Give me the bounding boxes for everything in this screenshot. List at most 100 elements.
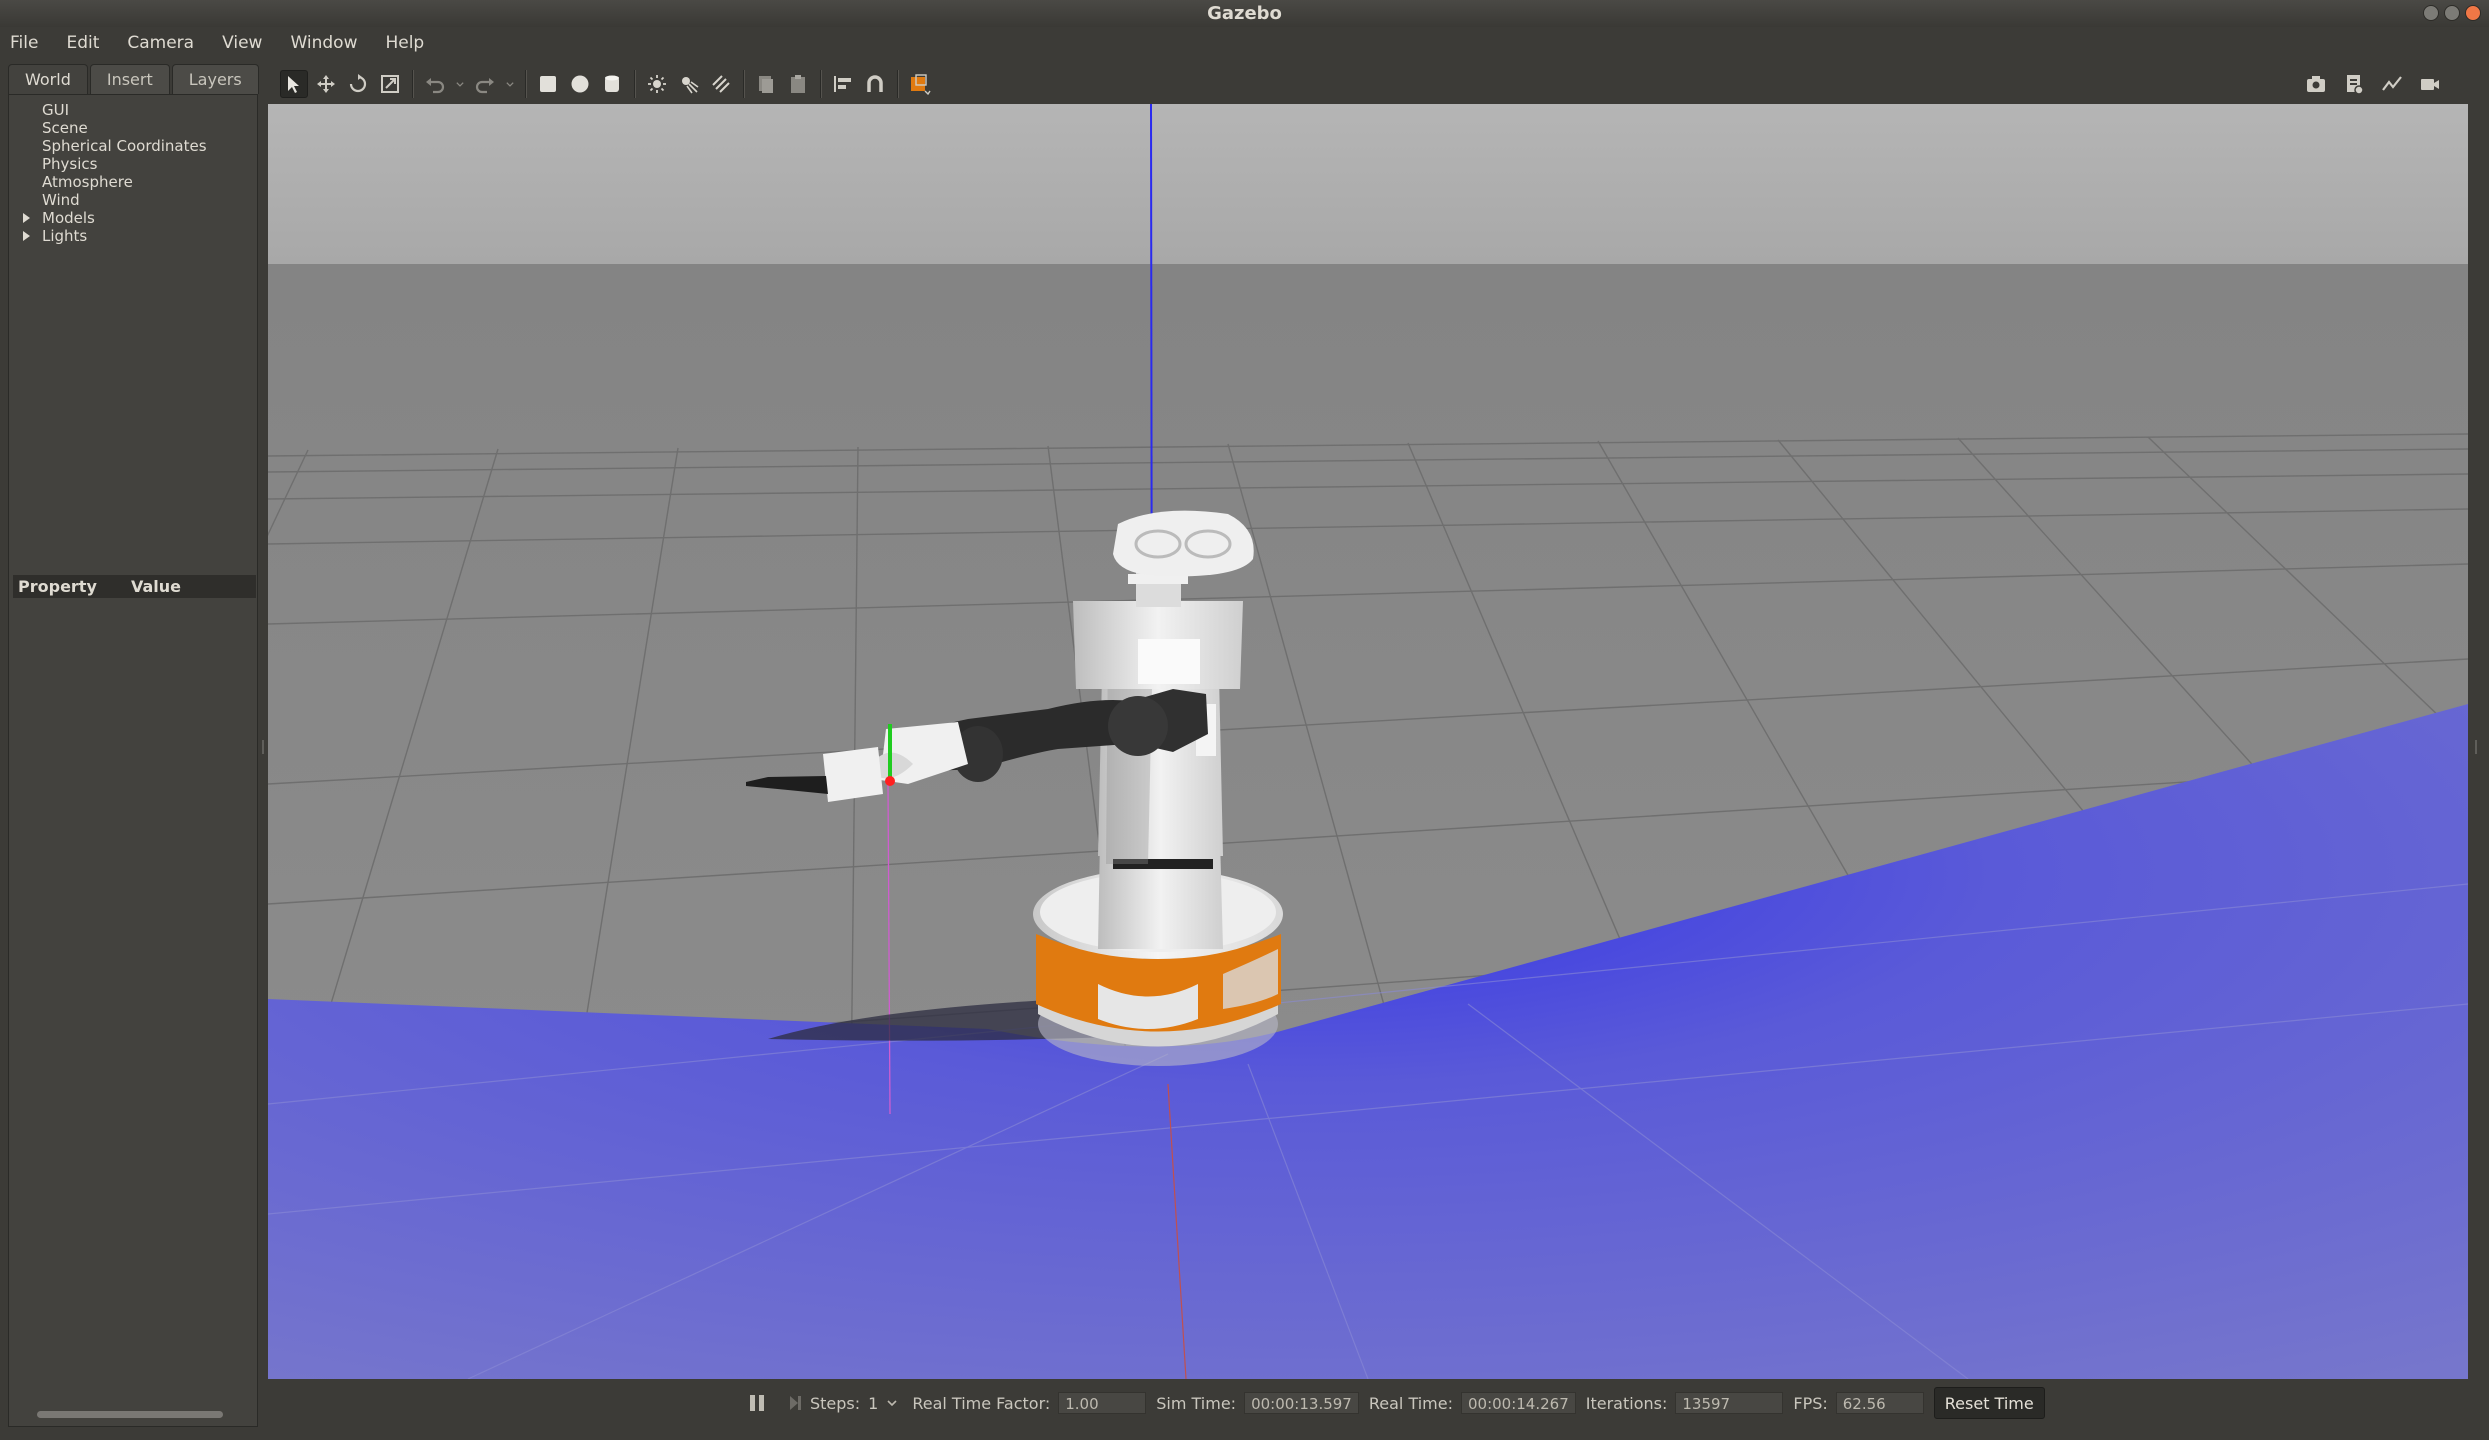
reset-time-button[interactable]: Reset Time — [1933, 1387, 2045, 1419]
expand-arrow-icon[interactable] — [23, 213, 30, 223]
menu-camera[interactable]: Camera — [127, 33, 194, 53]
snap-icon — [867, 75, 883, 92]
undo-history-button[interactable] — [453, 70, 467, 98]
copy-button[interactable] — [752, 70, 780, 98]
tab-insert[interactable]: Insert — [89, 64, 170, 94]
align-button[interactable] — [829, 70, 857, 98]
plot-button[interactable] — [2378, 70, 2406, 98]
tree-item-label: Atmosphere — [42, 173, 133, 191]
video-record-button[interactable] — [2416, 70, 2444, 98]
maximize-button[interactable] — [2444, 5, 2460, 21]
undo-button[interactable] — [421, 70, 449, 98]
paste-button[interactable] — [784, 70, 812, 98]
close-button[interactable] — [2465, 5, 2481, 21]
tab-world[interactable]: World — [8, 64, 88, 94]
title-bar: Gazebo — [0, 0, 2489, 27]
cylinder-icon — [605, 75, 619, 92]
tree-item-label: GUI — [42, 101, 70, 119]
toolbar-separator — [634, 70, 636, 98]
translate-icon — [317, 75, 335, 93]
tree-item-atmosphere[interactable]: Atmosphere — [9, 173, 259, 191]
insert-box-button[interactable] — [534, 70, 562, 98]
redo-history-button[interactable] — [503, 70, 517, 98]
screenshot-icon — [2307, 76, 2325, 92]
point-light-icon — [648, 75, 666, 93]
box-icon — [540, 76, 556, 92]
tree-item-wind[interactable]: Wind — [9, 191, 259, 209]
panel-tabs: World Insert Layers — [8, 64, 259, 94]
menu-file[interactable]: File — [10, 33, 38, 53]
insert-directional-light-button[interactable] — [707, 70, 735, 98]
video-icon — [2421, 79, 2439, 90]
insert-sphere-button[interactable] — [566, 70, 594, 98]
x-axis-marker — [885, 776, 895, 786]
tree-item-gui[interactable]: GUI — [9, 101, 259, 119]
select-tool-button[interactable] — [280, 70, 308, 98]
fps-label: FPS: — [1793, 1393, 1828, 1413]
sphere-icon — [571, 75, 589, 93]
align-icon — [834, 76, 851, 92]
real-time-label: Real Time: — [1368, 1393, 1453, 1413]
view-angle-icon — [911, 74, 931, 95]
tab-layers[interactable]: Layers — [171, 64, 259, 94]
tree-item-lights[interactable]: Lights — [9, 227, 259, 245]
panel-splitter[interactable] — [262, 740, 264, 754]
tree-item-label: Spherical Coordinates — [42, 137, 207, 155]
rotate-tool-button[interactable] — [344, 70, 372, 98]
insert-spot-light-button[interactable] — [675, 70, 703, 98]
pause-icon[interactable] — [750, 1395, 764, 1411]
chevron-down-icon — [456, 82, 464, 87]
rotate-icon — [349, 74, 367, 93]
sim-time-value: 00:00:13.597 — [1244, 1392, 1359, 1414]
left-panel: World Insert Layers GUI Scene Spherical … — [8, 64, 259, 1427]
panel-splitter-right[interactable] — [2475, 740, 2477, 754]
menu-edit[interactable]: Edit — [66, 33, 99, 53]
steps-label: Steps: — [810, 1393, 861, 1413]
spot-light-icon — [682, 77, 699, 94]
chevron-down-icon — [506, 82, 514, 87]
minimize-button[interactable] — [2423, 5, 2439, 21]
screenshot-button[interactable] — [2302, 70, 2330, 98]
menu-view[interactable]: View — [222, 33, 262, 53]
toolbar-separator — [525, 70, 527, 98]
property-table-header: Property Value — [13, 575, 256, 598]
menu-window[interactable]: Window — [290, 33, 357, 53]
status-bar: Steps: 1 Real Time Factor: 1.00 Sim Time… — [268, 1382, 2468, 1424]
tree-item-physics[interactable]: Physics — [9, 155, 259, 173]
log-button[interactable] — [2340, 70, 2368, 98]
render-viewport[interactable] — [268, 104, 2468, 1379]
tree-item-label: Lights — [42, 227, 88, 245]
tree-item-label: Scene — [42, 119, 88, 137]
insert-point-light-button[interactable] — [643, 70, 671, 98]
real-time-factor-label: Real Time Factor: — [912, 1393, 1051, 1413]
menu-help[interactable]: Help — [385, 33, 424, 53]
paste-icon — [791, 75, 805, 93]
world-tree: GUI Scene Spherical Coordinates Physics … — [8, 94, 258, 1427]
tree-item-models[interactable]: Models — [9, 209, 259, 227]
plot-icon — [2382, 76, 2402, 91]
redo-button[interactable] — [471, 70, 499, 98]
fps-value: 62.56 — [1835, 1392, 1924, 1414]
insert-cylinder-button[interactable] — [598, 70, 626, 98]
steps-spinner[interactable]: 1 — [868, 1394, 878, 1413]
scale-tool-button[interactable] — [376, 70, 404, 98]
sim-time-label: Sim Time: — [1156, 1393, 1237, 1413]
tree-item-spherical-coordinates[interactable]: Spherical Coordinates — [9, 137, 259, 155]
directional-light-icon — [712, 75, 730, 93]
translate-tool-button[interactable] — [312, 70, 340, 98]
step-icon[interactable] — [788, 1395, 802, 1411]
chevron-down-icon[interactable] — [886, 1397, 898, 1409]
snap-button[interactable] — [861, 70, 889, 98]
tree-item-label: Physics — [42, 155, 98, 173]
toolbar-right-group — [2302, 70, 2448, 98]
toolbar-separator — [743, 70, 745, 98]
horizontal-scrollbar[interactable] — [37, 1411, 223, 1418]
tree-item-label: Wind — [42, 191, 80, 209]
scale-icon — [381, 75, 399, 93]
expand-arrow-icon[interactable] — [23, 231, 30, 241]
view-angle-button[interactable] — [906, 70, 934, 98]
select-icon — [288, 76, 299, 93]
iterations-label: Iterations: — [1585, 1393, 1668, 1413]
toolbar — [268, 66, 2468, 102]
tree-item-scene[interactable]: Scene — [9, 119, 259, 137]
